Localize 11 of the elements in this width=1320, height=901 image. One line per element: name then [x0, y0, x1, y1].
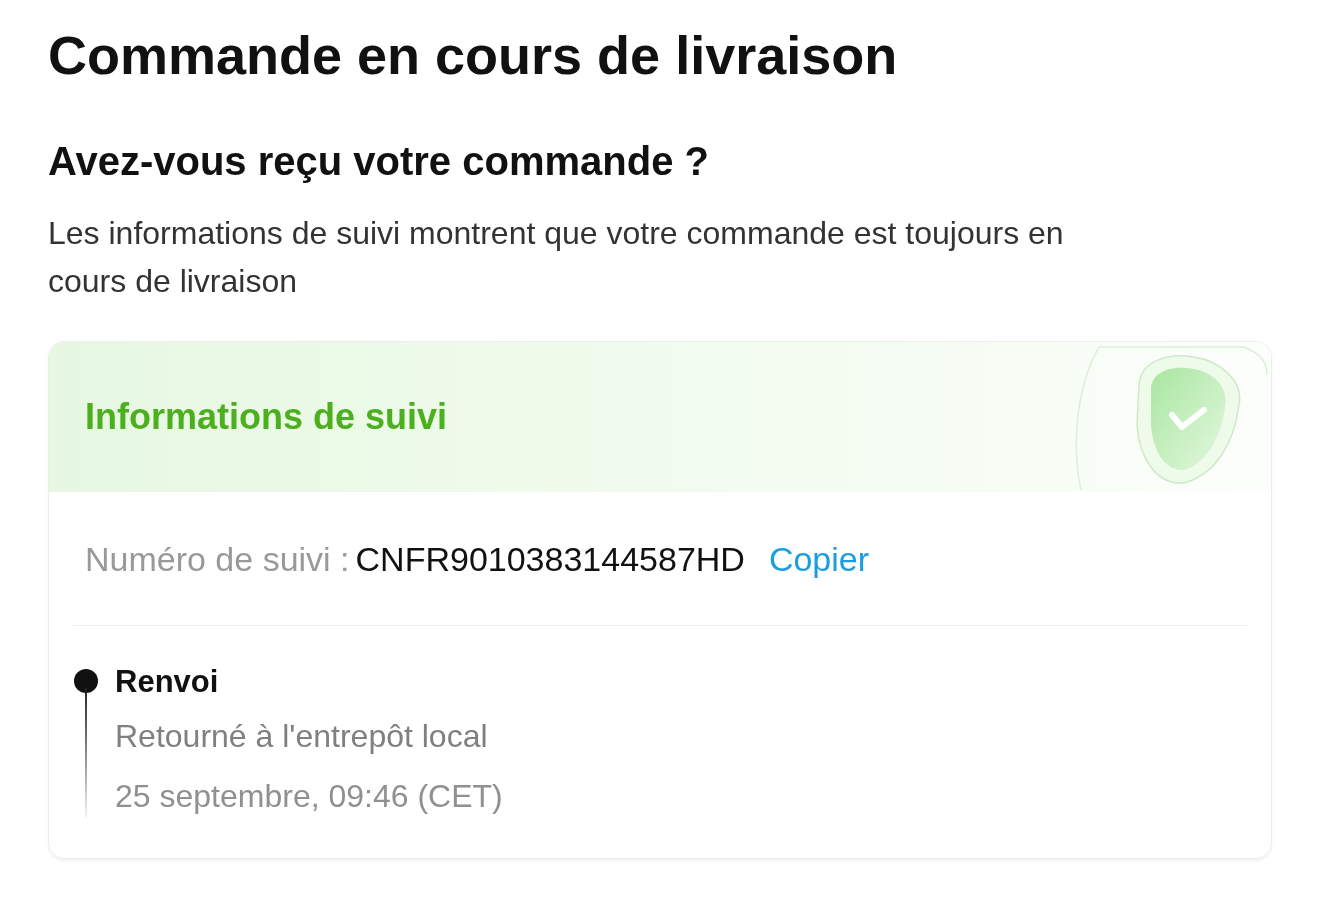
tracking-number-label: Numéro de suivi : — [85, 539, 350, 580]
event-description: Retourné à l'entrepôt local — [115, 717, 489, 756]
card-heading: Informations de suivi — [85, 395, 448, 439]
question-heading: Avez-vous reçu votre commande ? — [48, 138, 710, 185]
event-time: 25 septembre, 09:46 (CET) — [115, 777, 503, 816]
event-status: Renvoi — [115, 663, 220, 701]
timeline-marker-icon — [73, 668, 99, 818]
page-title: Commande en cours de livraison — [48, 24, 899, 87]
copy-link[interactable]: Copier — [768, 534, 870, 585]
tracking-message: Les informations de suivi montrent que votre commande est toujours en cours de livraison — [48, 214, 1065, 301]
tracking-number: CNFR9010383144587HD — [355, 539, 745, 580]
